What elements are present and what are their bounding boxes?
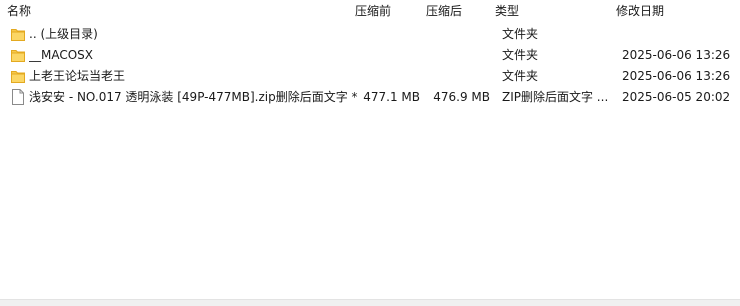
file-icon: [12, 89, 24, 105]
file-original-size: 477.1 MB: [363, 90, 420, 104]
file-row-zip[interactable]: 浅安安 - NO.017 透明泳装 [49P-477MB].zip删除后面文字 …: [0, 87, 740, 108]
file-original-size: [362, 68, 420, 85]
file-row-macosx[interactable]: __MACOSX 文件夹 2025-06-06 13:26: [0, 45, 740, 66]
file-compressed-size: 476.9 MB: [433, 90, 490, 104]
file-row-parent-directory[interactable]: .. (上级目录) 文件夹: [0, 24, 740, 45]
file-name: 浅安安 - NO.017 透明泳装 [49P-477MB].zip删除后面文字 …: [29, 90, 358, 104]
file-type: ZIP删除后面文字 ...: [502, 90, 609, 104]
folder-icon: [11, 29, 25, 41]
column-header-original-size[interactable]: 压缩前: [355, 3, 391, 19]
file-name: .. (上级目录): [29, 27, 98, 41]
file-type: 文件夹: [502, 27, 539, 41]
column-header-modified[interactable]: 修改日期: [616, 3, 664, 19]
column-header-name[interactable]: 名称: [7, 3, 31, 19]
file-compressed-size: [424, 26, 490, 43]
file-modified: [622, 26, 740, 43]
file-type: 文件夹: [502, 69, 539, 83]
file-original-size: [362, 47, 420, 64]
folder-icon: [11, 50, 25, 62]
file-type: 文件夹: [502, 48, 539, 62]
file-name: 上老王论坛当老王: [29, 69, 126, 83]
column-header: 名称 压缩前 压缩后 类型 修改日期: [0, 0, 740, 22]
column-header-compressed-size[interactable]: 压缩后: [426, 3, 462, 19]
file-list-view: 名称 压缩前 压缩后 类型 修改日期 .. (上级目录) 文件夹 __MACOS…: [0, 0, 740, 306]
folder-icon: [11, 71, 25, 83]
file-compressed-size: [424, 47, 490, 64]
file-row-folder[interactable]: 上老王论坛当老王 文件夹 2025-06-06 13:26: [0, 66, 740, 87]
column-header-type[interactable]: 类型: [495, 3, 519, 19]
file-modified: 2025-06-05 20:02: [622, 90, 731, 104]
file-modified: 2025-06-06 13:26: [622, 69, 731, 83]
file-compressed-size: [424, 68, 490, 85]
file-name: __MACOSX: [29, 48, 94, 62]
file-original-size: [362, 26, 420, 43]
file-modified: 2025-06-06 13:26: [622, 48, 731, 62]
